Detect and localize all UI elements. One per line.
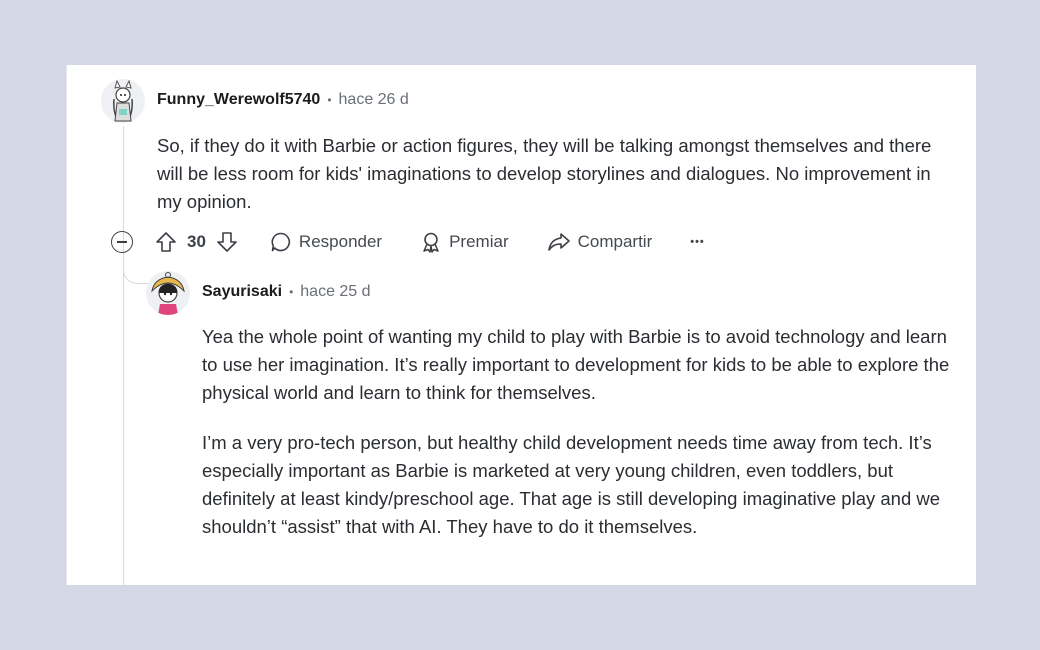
comment-body: So, if they do it with Barbie or action …	[157, 132, 957, 238]
vote-count: 30	[187, 232, 206, 251]
comment-body: Yea the whole point of wanting my child …	[202, 323, 952, 563]
thread-line[interactable]	[123, 261, 124, 585]
more-icon: •••	[690, 236, 705, 248]
share-label: Compartir	[577, 232, 653, 251]
award-label: Premiar	[449, 232, 509, 251]
timestamp[interactable]: hace 26 d	[339, 91, 409, 109]
share-button[interactable]: Compartir	[547, 231, 653, 253]
collapse-button[interactable]	[111, 231, 133, 253]
avatar[interactable]	[146, 271, 190, 315]
comment-paragraph: Yea the whole point of wanting my child …	[202, 326, 950, 403]
comment-meta: Funny_Werewolf5740 • hace 26 d	[157, 91, 409, 109]
reply-button[interactable]: Responder	[270, 231, 382, 253]
downvote-icon	[217, 232, 237, 252]
separator-dot: •	[289, 285, 294, 299]
author-name[interactable]: Funny_Werewolf5740	[157, 91, 320, 109]
avatar[interactable]	[101, 79, 145, 123]
comment-actions: 30 Responder Premiar Compartir •••	[111, 225, 705, 259]
award-button[interactable]: Premiar	[420, 231, 509, 253]
more-options-button[interactable]: •••	[690, 236, 705, 248]
comment-icon	[271, 232, 290, 252]
comment-paragraph: I’m a very pro-tech person, but healthy …	[202, 432, 941, 537]
comment-text: So, if they do it with Barbie or action …	[157, 135, 932, 212]
award-icon	[423, 232, 439, 253]
upvote-icon	[156, 232, 176, 252]
separator-dot: •	[327, 93, 332, 107]
timestamp[interactable]: hace 25 d	[300, 283, 370, 301]
downvote-button[interactable]	[216, 231, 238, 253]
author-name[interactable]: Sayurisaki	[202, 283, 282, 301]
thread-elbow	[123, 261, 150, 284]
collapse-icon	[111, 231, 133, 253]
comment-meta: Sayurisaki • hace 25 d	[202, 283, 371, 301]
share-icon	[547, 233, 570, 251]
upvote-button[interactable]	[155, 231, 177, 253]
reply-label: Responder	[298, 232, 383, 251]
avatar-image	[146, 271, 190, 315]
comment-thread: Funny_Werewolf5740 • hace 26 d So, if th…	[66, 65, 976, 585]
avatar-image	[101, 79, 145, 123]
